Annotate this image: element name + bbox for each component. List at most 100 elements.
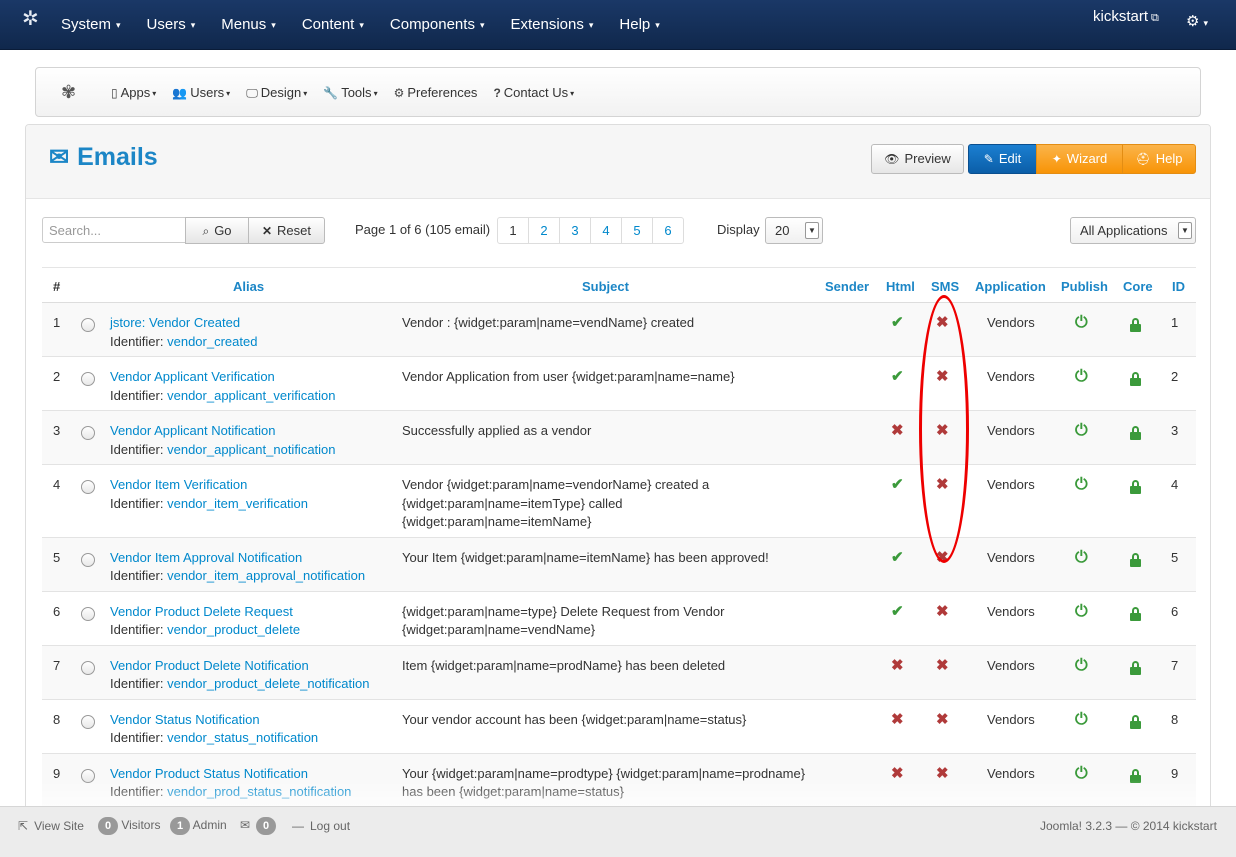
column-application[interactable]: Application xyxy=(975,279,1046,294)
messages-status[interactable]: ✉ 0 xyxy=(240,817,277,835)
cross-icon[interactable]: ✖ xyxy=(936,657,949,676)
alias-link[interactable]: Vendor Item Approval Notification xyxy=(110,550,302,565)
row-select-radio[interactable] xyxy=(81,768,95,783)
power-icon[interactable]: ⏻ xyxy=(1075,657,1088,676)
nav-apps[interactable]: ▯ Apps ▾ xyxy=(103,68,164,118)
cross-icon[interactable]: ✖ xyxy=(936,368,949,387)
power-icon[interactable]: ⏻ xyxy=(1075,711,1088,730)
power-icon[interactable]: ⏻ xyxy=(1075,549,1088,568)
identifier-link[interactable]: vendor_item_approval_notification xyxy=(167,568,365,583)
menu-system[interactable]: System ▾ xyxy=(48,0,134,50)
menu-users[interactable]: Users ▾ xyxy=(134,0,209,50)
menu-components[interactable]: Components ▾ xyxy=(377,0,498,50)
column-id[interactable]: ID xyxy=(1172,279,1185,294)
row-select-radio[interactable] xyxy=(81,372,95,386)
column-sender[interactable]: Sender xyxy=(825,279,869,294)
status-bar: ⇱ View Site 0 Visitors 1 Admin ✉ 0 — Log ou… xyxy=(0,806,1236,857)
identifier-link[interactable]: vendor_product_delete_notification xyxy=(167,676,369,691)
menu-content[interactable]: Content ▾ xyxy=(289,0,377,50)
display-count-select[interactable]: 20 ▼ xyxy=(765,217,823,244)
cross-icon[interactable]: ✖ xyxy=(936,549,949,568)
preview-button[interactable]: 👁 Preview xyxy=(871,144,964,174)
power-icon[interactable]: ⏻ xyxy=(1075,314,1088,333)
gear-icon: ⚙ xyxy=(1186,13,1200,30)
nav-contact-us[interactable]: ? Contact Us ▾ xyxy=(485,68,582,118)
site-link[interactable]: kickstart ⧉ xyxy=(1093,8,1159,25)
nav-design[interactable]: 🖵 Design ▾ xyxy=(238,68,315,118)
row-select-radio[interactable] xyxy=(81,552,95,567)
alias-link[interactable]: Vendor Status Notification xyxy=(110,712,260,727)
cross-icon[interactable]: ✖ xyxy=(936,765,949,784)
identifier-link[interactable]: vendor_item_verification xyxy=(167,496,308,511)
help-button[interactable]: ⛑ Help xyxy=(1122,144,1196,174)
identifier-link[interactable]: vendor_applicant_verification xyxy=(167,388,335,403)
identifier-link[interactable]: vendor_prod_status_notification xyxy=(167,784,351,799)
cross-icon[interactable]: ✖ xyxy=(936,314,949,333)
column-sms[interactable]: SMS xyxy=(931,279,959,294)
edit-button[interactable]: ✎ Edit xyxy=(968,144,1037,174)
check-icon[interactable]: ✔ xyxy=(891,476,904,495)
identifier-link[interactable]: vendor_created xyxy=(167,334,257,349)
check-icon[interactable]: ✔ xyxy=(891,603,904,622)
page-link[interactable]: 2 xyxy=(528,217,560,244)
alias-link[interactable]: Vendor Product Status Notification xyxy=(110,766,308,781)
reset-button[interactable]: ✕ Reset xyxy=(248,217,325,244)
power-icon[interactable]: ⏻ xyxy=(1075,603,1088,622)
logout-link[interactable]: — Log out xyxy=(292,819,350,833)
wizard-button[interactable]: ✦ Wizard xyxy=(1036,144,1123,174)
cross-icon[interactable]: ✖ xyxy=(936,603,949,622)
view-site-link[interactable]: ⇱ View Site xyxy=(18,819,84,833)
identifier-link[interactable]: vendor_status_notification xyxy=(167,730,318,745)
menu-menus[interactable]: Menus ▾ xyxy=(208,0,289,50)
row-select-radio[interactable] xyxy=(81,660,95,675)
column-publish[interactable]: Publish xyxy=(1061,279,1108,294)
joomla-logo-icon[interactable]: ✲ xyxy=(22,6,39,31)
cross-icon[interactable]: ✖ xyxy=(891,711,904,730)
component-logo-icon[interactable]: ✾ xyxy=(61,82,76,103)
column-alias[interactable]: Alias xyxy=(233,279,264,294)
check-icon[interactable]: ✔ xyxy=(891,368,904,387)
power-icon[interactable]: ⏻ xyxy=(1075,476,1088,495)
page-link[interactable]: 5 xyxy=(621,217,653,244)
alias-link[interactable]: Vendor Applicant Verification xyxy=(110,369,275,384)
cross-icon[interactable]: ✖ xyxy=(891,765,904,784)
row-select-radio[interactable] xyxy=(81,714,95,729)
page-link[interactable]: 4 xyxy=(590,217,622,244)
alias-link[interactable]: Vendor Product Delete Request xyxy=(110,604,293,619)
user-menu-button[interactable]: ⚙ ▾ xyxy=(1186,12,1208,30)
alias-link[interactable]: Vendor Applicant Notification xyxy=(110,423,276,438)
page-link[interactable]: 1 xyxy=(497,217,529,244)
search-input[interactable] xyxy=(42,217,186,243)
nav-tools[interactable]: 🔧 Tools ▾ xyxy=(315,68,385,118)
row-select-radio[interactable] xyxy=(81,480,95,494)
check-icon[interactable]: ✔ xyxy=(891,549,904,568)
cross-icon[interactable]: ✖ xyxy=(936,711,949,730)
identifier-link[interactable]: vendor_product_delete xyxy=(167,622,300,637)
identifier-link[interactable]: vendor_applicant_notification xyxy=(167,442,335,457)
nav-users[interactable]: 👥 Users ▾ xyxy=(164,68,238,118)
menu-extensions[interactable]: Extensions ▾ xyxy=(497,0,606,50)
application-filter-select[interactable]: All Applications ▼ xyxy=(1070,217,1196,244)
page-link[interactable]: 3 xyxy=(559,217,591,244)
page-link[interactable]: 6 xyxy=(652,217,684,244)
row-select-radio[interactable] xyxy=(81,426,95,440)
power-icon[interactable]: ⏻ xyxy=(1075,422,1088,441)
nav-preferences[interactable]: ⚙ Preferences xyxy=(386,68,486,118)
row-select-radio[interactable] xyxy=(81,318,95,332)
column-subject[interactable]: Subject xyxy=(582,279,629,294)
cross-icon[interactable]: ✖ xyxy=(891,422,904,441)
row-select-radio[interactable] xyxy=(81,606,95,621)
cross-icon[interactable]: ✖ xyxy=(891,657,904,676)
menu-help[interactable]: Help ▾ xyxy=(606,0,672,50)
cross-icon[interactable]: ✖ xyxy=(936,476,949,495)
column-core[interactable]: Core xyxy=(1123,279,1153,294)
go-button[interactable]: ⌕ Go xyxy=(185,217,249,244)
cross-icon[interactable]: ✖ xyxy=(936,422,949,441)
check-icon[interactable]: ✔ xyxy=(891,314,904,333)
alias-link[interactable]: Vendor Item Verification xyxy=(110,477,247,492)
column-html[interactable]: Html xyxy=(886,279,915,294)
alias-link[interactable]: Vendor Product Delete Notification xyxy=(110,658,309,673)
alias-link[interactable]: jstore: Vendor Created xyxy=(110,315,240,330)
power-icon[interactable]: ⏻ xyxy=(1075,765,1088,784)
power-icon[interactable]: ⏻ xyxy=(1075,368,1088,387)
